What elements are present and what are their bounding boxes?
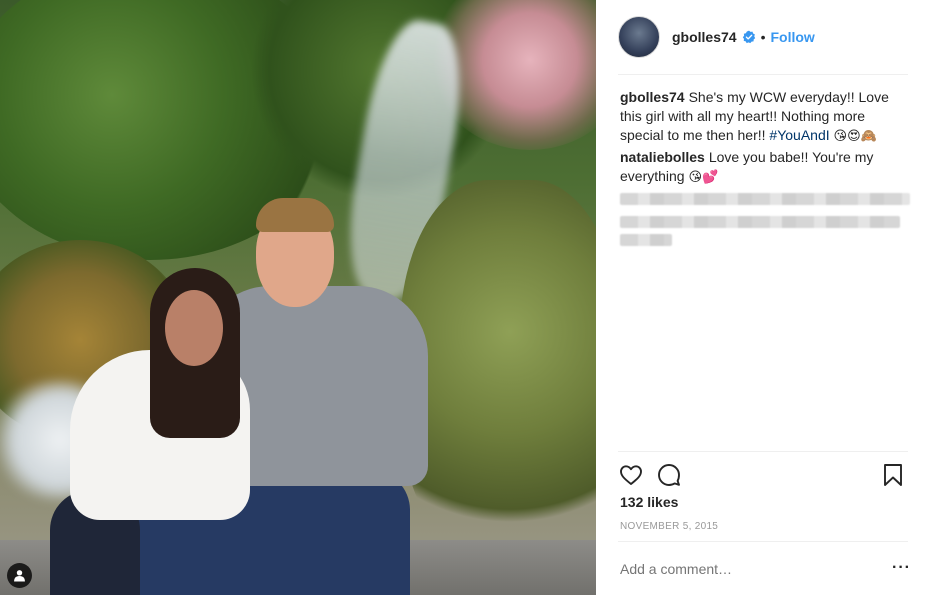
comment-list: gbolles74 She's my WCW everyday!! Love th…	[620, 88, 906, 189]
comment-button[interactable]	[656, 462, 682, 488]
blurred-comment-line	[620, 193, 910, 205]
blurred-comment-line	[620, 216, 900, 228]
comment-username[interactable]: gbolles74	[620, 89, 685, 105]
caption-comment: gbolles74 She's my WCW everyday!! Love th…	[620, 88, 906, 146]
bookmark-icon	[884, 464, 902, 486]
post-date[interactable]: NOVEMBER 5, 2015	[620, 521, 718, 532]
grass-slope	[400, 180, 596, 560]
actions-divider	[618, 451, 908, 452]
header-username[interactable]: gbolles74	[672, 29, 737, 45]
header-divider	[618, 74, 908, 75]
post-header: gbolles74 • Follow	[618, 12, 908, 62]
header-separator: •	[760, 29, 766, 45]
heart-icon	[620, 465, 642, 485]
comment-bubble-icon	[658, 464, 680, 486]
save-button[interactable]	[880, 462, 906, 488]
like-button[interactable]	[618, 462, 644, 488]
user-tag-icon[interactable]	[7, 563, 32, 588]
comment-divider	[618, 541, 908, 542]
person-icon	[14, 570, 25, 582]
more-options-icon[interactable]: ···	[892, 560, 911, 576]
blurred-comment-line	[620, 234, 672, 246]
post-sidebar: gbolles74 • Follow gbolles74 She's my WCW…	[596, 0, 926, 595]
man-hair	[256, 198, 334, 232]
comment-emojis: 😘💕	[688, 170, 719, 185]
hashtag-link[interactable]: #YouAndI	[769, 127, 829, 143]
avatar[interactable]	[618, 16, 660, 58]
woman-face	[165, 290, 223, 366]
post-photo[interactable]	[0, 0, 596, 595]
reply-comment: nataliebolles Love you babe!! You're my e…	[620, 148, 906, 187]
comment-emojis: 😘😍🙈	[833, 129, 877, 144]
action-bar	[618, 462, 908, 488]
follow-button[interactable]: Follow	[771, 29, 815, 45]
like-count[interactable]: 132 likes	[620, 494, 678, 510]
verified-badge-icon	[742, 30, 755, 44]
add-comment-input[interactable]	[620, 560, 908, 578]
comment-username[interactable]: nataliebolles	[620, 149, 705, 165]
